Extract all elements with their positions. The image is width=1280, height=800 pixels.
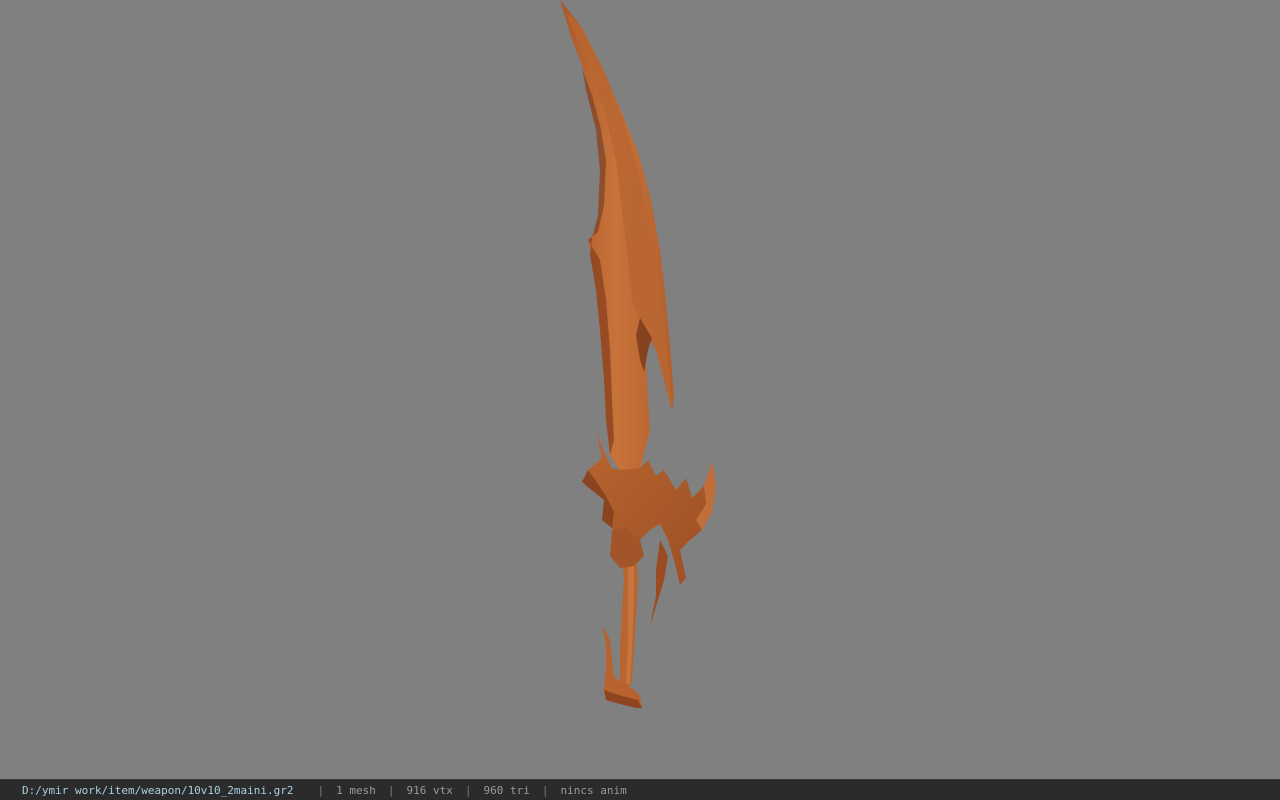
animation-status-label: nincs anim bbox=[560, 783, 627, 797]
mesh-count-label: 1 mesh bbox=[336, 783, 376, 797]
separator: | bbox=[464, 783, 472, 797]
sword-model bbox=[560, 0, 716, 708]
blade bbox=[560, 0, 674, 470]
vertex-count-label: 916 vtx bbox=[406, 783, 453, 797]
guard bbox=[582, 432, 716, 585]
triangle-count-label: 960 tri bbox=[483, 783, 530, 797]
3d-viewport[interactable] bbox=[0, 0, 1280, 779]
lower-spike bbox=[650, 540, 668, 626]
separator: | bbox=[317, 783, 325, 797]
file-path-label: D:/ymir work/item/weapon/10v10_2maini.gr… bbox=[22, 783, 294, 797]
separator: | bbox=[387, 783, 395, 797]
separator: | bbox=[541, 783, 549, 797]
status-bar: D:/ymir work/item/weapon/10v10_2maini.gr… bbox=[0, 779, 1280, 800]
